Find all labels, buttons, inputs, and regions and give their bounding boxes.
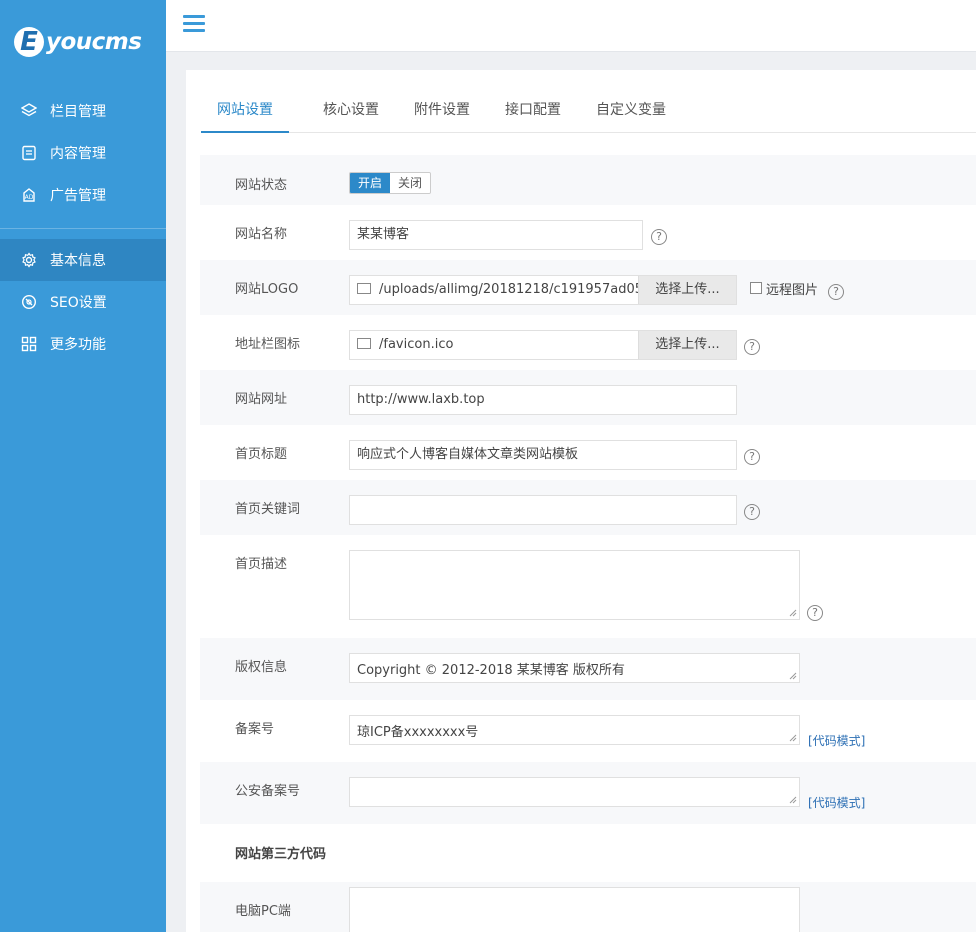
copyright-textarea[interactable]: Copyright © 2012-2018 某某博客 版权所有 [349,653,800,683]
row-copyright: 版权信息 Copyright © 2012-2018 某某博客 版权所有 [200,638,976,700]
sidebar-item-label: 栏目管理 [50,104,106,120]
sidebar-item-label: 更多功能 [50,337,106,353]
row-site-url: 网站网址 http://www.laxb.top [200,370,976,425]
status-off-button[interactable]: 关闭 [390,173,431,193]
gear-icon [20,251,38,269]
field-label: 首页描述 [235,557,288,572]
logo[interactable]: E youcms [0,0,166,84]
settings-panel: 网站设置 核心设置 附件设置 接口配置 自定义变量 网站状态 开启 关闭 网站名… [186,70,976,932]
field-label: 首页标题 [235,447,288,462]
help-icon[interactable]: ? [651,229,667,245]
tab-site-settings[interactable]: 网站设置 [201,88,289,133]
police-record-textarea[interactable] [349,777,800,807]
sidebar-item-columns[interactable]: 栏目管理 [0,90,166,132]
field-label: 网站网址 [235,392,288,407]
row-home-keywords: 首页关键词 ? [200,480,976,535]
seo-icon [20,293,38,311]
row-icp: 备案号 琼ICP备xxxxxxxx号 [代码模式] [200,700,976,762]
logo-badge: E [14,27,44,57]
sidebar-item-label: 基本信息 [50,253,106,269]
field-label: 网站状态 [235,178,288,193]
top-bar [166,0,976,52]
menu-toggle-icon[interactable] [183,15,205,35]
field-label: 网站名称 [235,227,288,242]
row-site-logo: 网站LOGO /uploads/allimg/20181218/c191957a… [200,260,976,315]
icp-value: 琼ICP备xxxxxxxx号 [357,725,479,740]
remote-image-label: 远程图片 [766,283,819,298]
grid-icon [20,335,38,353]
logo-upload-button[interactable]: 选择上传... [638,276,736,304]
image-icon [357,283,371,294]
help-icon[interactable]: ? [828,284,844,300]
row-home-title: 首页标题 响应式个人博客自媒体文章类网站模板 ? [200,425,976,480]
resize-handle-icon[interactable] [789,609,797,617]
sidebar-item-basic-info[interactable]: 基本信息 [0,239,166,281]
row-site-name: 网站名称 某某博客 ? [200,205,976,260]
row-home-description: 首页描述 ? [200,535,976,638]
resize-handle-icon[interactable] [789,734,797,742]
sidebar-item-label: 内容管理 [50,146,106,162]
sidebar-item-content[interactable]: 内容管理 [0,132,166,174]
field-label: 公安备案号 [235,784,301,799]
help-icon[interactable]: ? [744,339,760,355]
copyright-value: Copyright © 2012-2018 某某博客 版权所有 [357,663,625,678]
sidebar-item-seo[interactable]: SEO设置 [0,281,166,323]
icp-code-mode-link[interactable]: [代码模式] [808,732,865,749]
tab-attachment-settings[interactable]: 附件设置 [398,88,486,133]
icp-textarea[interactable]: 琼ICP备xxxxxxxx号 [349,715,800,745]
favicon-path-value: /favicon.ico [379,337,454,352]
row-pc-code: 电脑PC端 [200,882,976,932]
logo-path-input[interactable]: /uploads/allimg/20181218/c191957ad05c 选择… [349,275,737,305]
row-police-record: 公安备案号 [代码模式] [200,762,976,824]
favicon-path-input[interactable]: /favicon.ico 选择上传... [349,330,737,360]
pc-code-textarea[interactable] [349,887,800,932]
field-label: 备案号 [235,722,275,737]
field-label: 网站LOGO [235,282,299,297]
tab-api-config[interactable]: 接口配置 [489,88,577,133]
home-description-textarea[interactable] [349,550,800,620]
logo-text: youcms [46,29,142,55]
site-status-toggle: 开启 关闭 [349,172,432,194]
police-code-mode-link[interactable]: [代码模式] [808,794,865,811]
document-icon [20,144,38,162]
home-title-input[interactable]: 响应式个人博客自媒体文章类网站模板 [349,440,737,470]
logo-path-value: /uploads/allimg/20181218/c191957ad05c [379,282,651,297]
help-icon[interactable]: ? [744,504,760,520]
site-url-input[interactable]: http://www.laxb.top [349,385,737,415]
home-keywords-input[interactable] [349,495,737,525]
sidebar-item-ads[interactable]: AD 广告管理 [0,174,166,216]
svg-text:AD: AD [25,194,34,201]
sidebar-divider [0,228,166,229]
help-icon[interactable]: ? [807,605,823,621]
tab-bar: 网站设置 核心设置 附件设置 接口配置 自定义变量 [201,88,976,133]
image-icon [357,338,371,349]
field-label: 版权信息 [235,660,288,675]
sidebar-item-more[interactable]: 更多功能 [0,323,166,365]
sidebar-item-label: 广告管理 [50,188,106,204]
section-title: 网站第三方代码 [235,847,327,862]
field-label: 首页关键词 [235,502,301,517]
remote-image-checkbox[interactable] [750,282,762,294]
help-icon[interactable]: ? [744,449,760,465]
tab-core-settings[interactable]: 核心设置 [307,88,395,133]
row-favicon: 地址栏图标 /favicon.ico 选择上传... ? [200,315,976,370]
sidebar: E youcms 栏目管理 内容管理 AD 广告管理 基本信息 SEO设置 更多… [0,0,166,932]
tab-custom-variables[interactable]: 自定义变量 [580,88,682,133]
field-label: 电脑PC端 [235,904,291,919]
resize-handle-icon[interactable] [789,672,797,680]
site-name-input[interactable]: 某某博客 [349,220,643,250]
resize-handle-icon[interactable] [789,796,797,804]
row-site-status: 网站状态 开启 关闭 [200,155,976,205]
ad-icon: AD [20,186,38,204]
layers-icon [20,102,38,120]
field-label: 地址栏图标 [235,337,301,352]
row-third-party-title: 网站第三方代码 [200,824,976,882]
status-on-button[interactable]: 开启 [350,173,391,193]
favicon-upload-button[interactable]: 选择上传... [638,331,736,359]
sidebar-item-label: SEO设置 [50,295,107,311]
